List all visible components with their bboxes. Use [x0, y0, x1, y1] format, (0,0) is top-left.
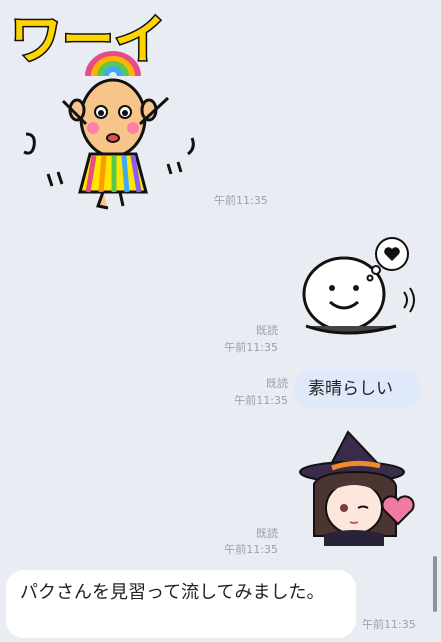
incoming-message-bubble[interactable]: パクさんを見習って流してみました。: [6, 570, 356, 638]
read-receipt: 既読: [256, 527, 278, 540]
sticker-wai[interactable]: ワーイ: [8, 6, 213, 216]
read-receipt: 既読: [256, 324, 278, 337]
sticker-witch[interactable]: [296, 428, 416, 546]
smiley-sticker-image: [302, 237, 415, 335]
message-time: 午前11:35: [224, 341, 278, 354]
sticker-wai-text: ワーイ: [10, 11, 166, 71]
outgoing-message-bubble[interactable]: 素晴らしい: [294, 370, 420, 408]
wai-sticker-image: ワーイ: [9, 10, 195, 210]
message-time: 午前11:35: [362, 618, 416, 631]
read-receipt: 既読: [266, 377, 288, 390]
scrollbar[interactable]: [433, 556, 437, 612]
sticker-smiley[interactable]: [296, 232, 416, 337]
message-time: 午前11:35: [224, 543, 278, 556]
witch-sticker-image: [299, 430, 415, 546]
message-time: 午前11:35: [214, 194, 268, 207]
message-time: 午前11:35: [234, 394, 288, 407]
